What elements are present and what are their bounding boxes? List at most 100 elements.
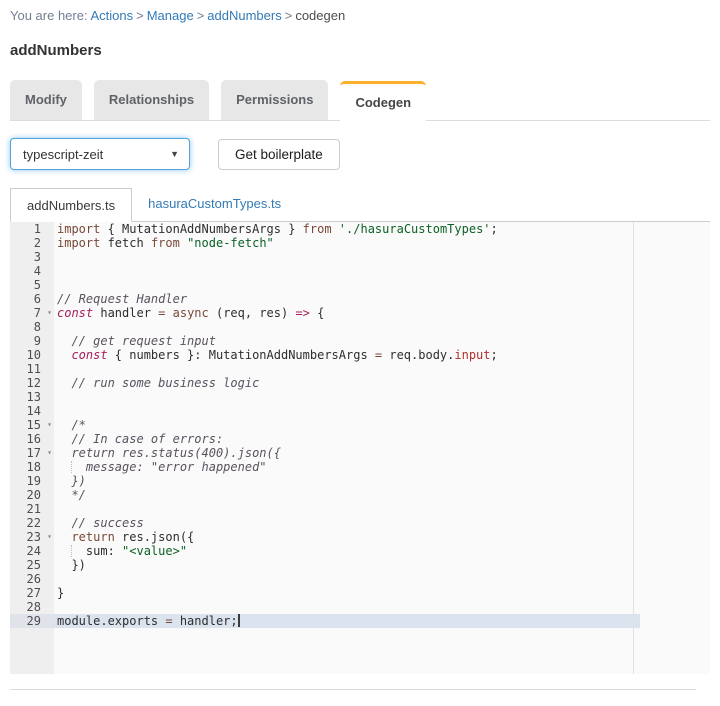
tab-codegen[interactable]: Codegen <box>340 81 426 121</box>
code-token <box>57 530 71 544</box>
code-token: "node-fetch" <box>187 236 274 250</box>
indent-guide <box>71 461 72 473</box>
code-line <box>54 600 710 614</box>
code-token <box>57 376 71 390</box>
code-token: // get request input <box>71 334 216 348</box>
code-line: // success <box>54 516 710 530</box>
code-token: { numbers }: MutationAddNumbersArgs <box>108 348 375 362</box>
code-token: return <box>71 530 114 544</box>
line-number: 24 <box>10 544 54 558</box>
line-number: 23▾ <box>10 530 54 544</box>
line-number: 6 <box>10 292 54 306</box>
action-tabs: Modify Relationships Permissions Codegen <box>10 80 710 121</box>
action-codegen-page: You are here: Actions>Manage>addNumbers>… <box>0 0 720 690</box>
editor-gutter: 1234567▾89101112131415▾1617▾181920212223… <box>10 222 54 674</box>
line-number: 27 <box>10 586 54 600</box>
get-boilerplate-button[interactable]: Get boilerplate <box>218 139 340 170</box>
tab-modify[interactable]: Modify <box>10 80 82 120</box>
code-line <box>54 320 710 334</box>
line-number: 22 <box>10 516 54 530</box>
code-token: module.exports <box>57 614 165 628</box>
code-token: import <box>57 236 100 250</box>
file-tab-hasuracustomtypes-ts[interactable]: hasuraCustomTypes.ts <box>132 187 297 221</box>
code-token: } <box>57 586 64 600</box>
framework-select-value: typescript-zeit <box>23 147 103 162</box>
indent-guide <box>71 545 72 557</box>
code-token: const <box>57 306 93 320</box>
file-tab-addnumbers-ts[interactable]: addNumbers.ts <box>10 188 132 222</box>
code-token: message: "error happened" <box>86 460 267 474</box>
breadcrumb-separator: > <box>133 8 147 23</box>
breadcrumb-link-manage[interactable]: Manage <box>147 8 194 23</box>
code-token: from <box>303 222 332 236</box>
code-token: = <box>165 614 172 628</box>
code-editor[interactable]: 1234567▾89101112131415▾1617▾181920212223… <box>10 222 710 674</box>
code-token: /* <box>71 418 85 432</box>
code-token: res.json({ <box>115 530 194 544</box>
line-number: 1 <box>10 222 54 236</box>
fold-toggle-icon[interactable]: ▾ <box>47 530 52 544</box>
code-line: return res.json({ <box>54 530 710 544</box>
code-line: // Request Handler <box>54 292 710 306</box>
code-line: // In case of errors: <box>54 432 710 446</box>
tab-relationships[interactable]: Relationships <box>94 80 209 120</box>
code-token: './hasuraCustomTypes' <box>339 222 491 236</box>
breadcrumb-link-actions[interactable]: Actions <box>90 8 133 23</box>
code-token: return res.status(400).json({ <box>71 446 281 460</box>
codegen-toolbar: typescript-zeit ▼ Get boilerplate <box>10 138 710 170</box>
code-token: ; <box>491 222 498 236</box>
breadcrumb: You are here: Actions>Manage>addNumbers>… <box>10 8 710 25</box>
line-number: 3 <box>10 250 54 264</box>
breadcrumb-link-addnumbers[interactable]: addNumbers <box>207 8 281 23</box>
code-line: } <box>54 586 710 600</box>
line-number: 8 <box>10 320 54 334</box>
code-token <box>57 516 71 530</box>
code-token <box>180 236 187 250</box>
line-number: 13 <box>10 390 54 404</box>
breadcrumb-current: codegen <box>295 8 345 23</box>
fold-toggle-icon[interactable]: ▾ <box>47 418 52 432</box>
code-line <box>54 264 710 278</box>
code-line: }) <box>54 474 710 488</box>
code-line: return res.status(400).json({ <box>54 446 710 460</box>
code-token <box>57 432 71 446</box>
page-title: addNumbers <box>10 42 710 59</box>
text-cursor <box>238 614 240 627</box>
line-number: 5 <box>10 278 54 292</box>
code-line <box>54 250 710 264</box>
line-number: 4 <box>10 264 54 278</box>
code-line <box>54 502 710 516</box>
tab-permissions[interactable]: Permissions <box>221 80 328 120</box>
code-token: sum: <box>57 544 122 558</box>
code-line <box>54 390 710 404</box>
breadcrumb-separator: > <box>194 8 208 23</box>
code-token: async <box>173 306 209 320</box>
divider <box>10 689 696 690</box>
code-token <box>57 446 71 460</box>
code-line: message: "error happened" <box>54 460 710 474</box>
code-line: /* <box>54 418 710 432</box>
code-line: }) <box>54 558 710 572</box>
editor-content[interactable]: import { MutationAddNumbersArgs } from '… <box>54 222 710 674</box>
code-token: req.body. <box>382 348 454 362</box>
code-token: // In case of errors: <box>71 432 223 446</box>
code-token <box>57 488 71 502</box>
framework-select[interactable]: typescript-zeit ▼ <box>10 138 190 170</box>
code-token: { MutationAddNumbersArgs } <box>100 222 302 236</box>
line-number: 12 <box>10 376 54 390</box>
code-line: // get request input <box>54 334 710 348</box>
code-line <box>54 572 710 586</box>
code-token: fetch <box>100 236 151 250</box>
line-number: 11 <box>10 362 54 376</box>
line-number: 18 <box>10 460 54 474</box>
code-token <box>57 474 71 488</box>
line-number: 26 <box>10 572 54 586</box>
code-token: */ <box>71 488 85 502</box>
fold-toggle-icon[interactable]: ▾ <box>47 306 52 320</box>
fold-toggle-icon[interactable]: ▾ <box>47 446 52 460</box>
code-token: { <box>310 306 324 320</box>
line-number: 20 <box>10 488 54 502</box>
line-number: 25 <box>10 558 54 572</box>
code-token: // Request Handler <box>57 292 187 306</box>
line-number: 16 <box>10 432 54 446</box>
